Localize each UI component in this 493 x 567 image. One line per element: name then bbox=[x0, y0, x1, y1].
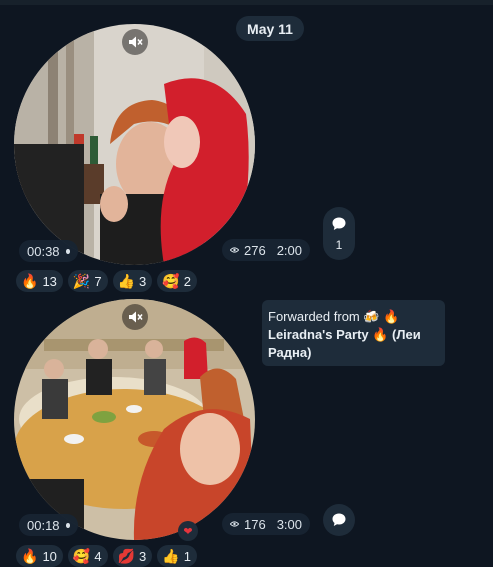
video-frame-2 bbox=[14, 299, 255, 540]
video-duration-badge: 00:38 bbox=[19, 240, 78, 262]
heart-icon[interactable]: ❤ bbox=[178, 521, 198, 541]
message-meta: 176 3:00 bbox=[222, 513, 310, 535]
forwarded-header[interactable]: Forwarded from 🍻 🔥 Leiradna's Party 🔥 (Л… bbox=[262, 300, 445, 366]
reaction-kiss[interactable]: 💋 3 bbox=[112, 545, 153, 567]
reaction-smiling-hearts[interactable]: 🥰 4 bbox=[67, 545, 108, 567]
eye-icon bbox=[230, 521, 239, 527]
comments-button[interactable] bbox=[323, 504, 355, 536]
reaction-fire[interactable]: 🔥 13 bbox=[16, 270, 63, 292]
views-count: 276 bbox=[243, 242, 266, 258]
comments-count: 1 bbox=[335, 238, 343, 252]
mute-icon[interactable] bbox=[122, 29, 148, 55]
reaction-fire[interactable]: 🔥 10 bbox=[16, 545, 63, 567]
video-message-2[interactable] bbox=[14, 299, 255, 540]
duration-text: 00:38 bbox=[27, 243, 60, 259]
message-meta: 276 2:00 bbox=[222, 239, 310, 261]
recording-dot bbox=[65, 522, 70, 528]
eye-icon bbox=[230, 247, 239, 253]
comments-button[interactable]: 1 bbox=[323, 207, 355, 260]
video-message-1[interactable] bbox=[14, 24, 255, 265]
mute-icon[interactable] bbox=[122, 304, 148, 330]
forwarded-prefix: Forwarded from bbox=[268, 309, 360, 324]
message-time: 2:00 bbox=[276, 242, 302, 258]
comment-icon bbox=[332, 217, 346, 230]
recording-dot bbox=[65, 248, 70, 254]
message-time: 3:00 bbox=[276, 516, 302, 532]
reaction-thumbs-up[interactable]: 👍 1 bbox=[157, 545, 197, 567]
top-divider bbox=[0, 0, 493, 5]
reaction-thumbs-up[interactable]: 👍 3 bbox=[112, 270, 153, 292]
video-duration-badge: 00:18 bbox=[19, 514, 78, 536]
reactions-bar-1: 🔥 13 🎉 7 👍 3 🥰 2 bbox=[16, 270, 197, 292]
video-frame-1 bbox=[14, 24, 255, 265]
reaction-smiling-hearts[interactable]: 🥰 2 bbox=[157, 270, 197, 292]
duration-text: 00:18 bbox=[27, 517, 60, 533]
date-separator: May 11 bbox=[236, 16, 304, 41]
comment-icon bbox=[332, 513, 346, 526]
reaction-party[interactable]: 🎉 7 bbox=[67, 270, 108, 292]
reactions-bar-2: 🔥 10 🥰 4 💋 3 👍 1 bbox=[16, 545, 197, 567]
views-count: 176 bbox=[243, 516, 266, 532]
